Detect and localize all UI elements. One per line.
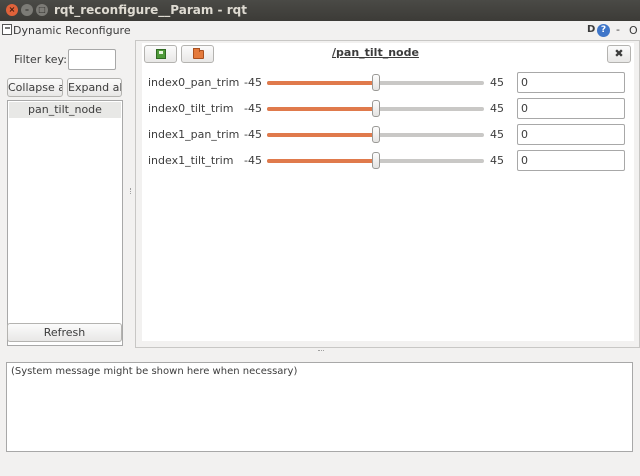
tree-item-pan-tilt-node[interactable]: pan_tilt_node xyxy=(9,102,121,118)
help-icon[interactable]: ? xyxy=(597,24,610,37)
param-row: index0_tilt_trim -45 45 xyxy=(142,97,634,121)
refresh-button[interactable]: Refresh xyxy=(7,323,122,342)
node-title: /pan_tilt_node xyxy=(332,46,419,59)
d-icon[interactable]: D xyxy=(587,24,595,35)
vertical-splitter[interactable] xyxy=(130,188,132,194)
param-slider-handle[interactable] xyxy=(372,126,380,143)
param-value-input[interactable] xyxy=(517,72,625,93)
param-slider-handle[interactable] xyxy=(372,152,380,169)
param-value-input[interactable] xyxy=(517,98,625,119)
param-slider-fill xyxy=(267,107,376,111)
param-slider-handle[interactable] xyxy=(372,100,380,117)
expand-all-button[interactable]: Expand all xyxy=(67,78,122,97)
window-maximize-button[interactable]: □ xyxy=(36,4,48,16)
minus-icon[interactable]: - xyxy=(616,23,620,36)
close-node-button[interactable]: ✖ xyxy=(607,45,631,63)
param-min-label: -45 xyxy=(244,154,262,167)
save-button[interactable] xyxy=(144,45,177,63)
param-name: index1_tilt_trim xyxy=(148,154,234,167)
status-bar xyxy=(0,458,640,476)
window-title: rqt_reconfigure__Param - rqt xyxy=(54,3,247,17)
param-row: index0_pan_trim -45 45 xyxy=(142,71,634,95)
param-row: index1_tilt_trim -45 45 xyxy=(142,149,634,173)
param-max-label: 45 xyxy=(490,154,504,167)
param-row: index1_pan_trim -45 45 xyxy=(142,123,634,147)
open-button[interactable] xyxy=(181,45,214,63)
window-close-button[interactable]: × xyxy=(6,4,18,16)
param-min-label: -45 xyxy=(244,102,262,115)
param-value-input[interactable] xyxy=(517,124,625,145)
filter-input[interactable] xyxy=(68,49,116,70)
collapse-all-button[interactable]: Collapse all xyxy=(7,78,63,97)
system-message-console[interactable]: (System message might be shown here when… xyxy=(6,362,633,452)
param-slider-fill xyxy=(267,81,376,85)
horizontal-splitter[interactable] xyxy=(318,350,324,352)
plugin-title: Dynamic Reconfigure xyxy=(13,24,131,37)
system-message-text: (System message might be shown here when… xyxy=(11,366,298,377)
node-tree[interactable]: pan_tilt_node xyxy=(7,100,123,346)
param-max-label: 45 xyxy=(490,128,504,141)
folder-open-icon xyxy=(193,48,204,59)
param-name: index0_pan_trim xyxy=(148,76,240,89)
param-slider-handle[interactable] xyxy=(372,74,380,91)
param-min-label: -45 xyxy=(244,76,262,89)
window-minimize-button[interactable]: – xyxy=(21,4,33,16)
param-max-label: 45 xyxy=(490,76,504,89)
param-name: index1_pan_trim xyxy=(148,128,240,141)
filter-label: Filter key: xyxy=(14,53,67,66)
window-titlebar: × – □ rqt_reconfigure__Param - rqt xyxy=(0,0,640,21)
param-slider-fill xyxy=(267,133,376,137)
plugin-icon xyxy=(2,24,12,35)
param-min-label: -45 xyxy=(244,128,262,141)
param-slider-fill xyxy=(267,159,376,163)
param-name: index0_tilt_trim xyxy=(148,102,234,115)
close-o-icon[interactable]: O xyxy=(629,24,638,37)
plugin-header: Dynamic Reconfigure D ? - O xyxy=(0,21,640,40)
save-icon xyxy=(156,49,166,59)
param-max-label: 45 xyxy=(490,102,504,115)
param-value-input[interactable] xyxy=(517,150,625,171)
